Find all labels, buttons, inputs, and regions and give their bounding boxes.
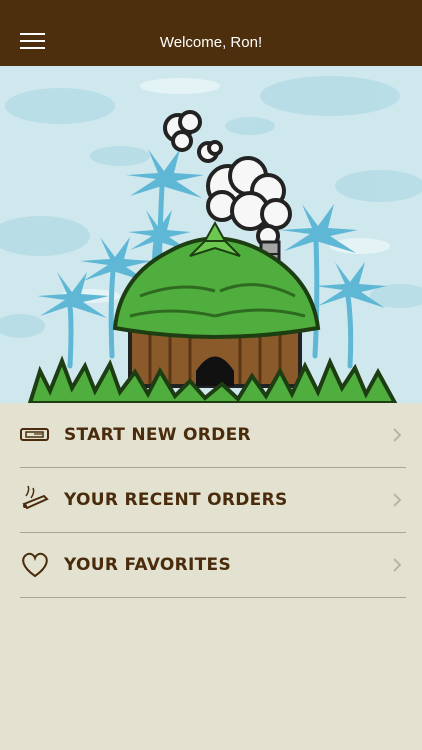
joint-icon — [22, 485, 49, 510]
recent-orders-row[interactable]: YOUR RECENT ORDERS — [20, 468, 406, 533]
start-new-order-row[interactable]: START NEW ORDER — [20, 403, 406, 468]
menu-item-label: START NEW ORDER — [64, 425, 251, 445]
hero-illustration — [0, 66, 422, 403]
chevron-right-icon — [393, 428, 402, 442]
chevron-right-icon — [393, 558, 402, 572]
menu-item-label: YOUR FAVORITES — [64, 555, 232, 575]
favorites-row[interactable]: YOUR FAVORITES — [20, 533, 406, 598]
top-bar: Welcome, Ron! — [0, 0, 422, 66]
menu-item-label: YOUR RECENT ORDERS — [64, 490, 288, 510]
main-menu: START NEW ORDER YOUR RECENT ORDERS YOUR … — [20, 403, 406, 598]
page-title: Welcome, Ron! — [159, 34, 263, 51]
rolling-tray-icon — [20, 428, 49, 441]
hut-illustration — [0, 66, 422, 403]
heart-icon — [22, 552, 48, 578]
chevron-right-icon — [393, 493, 402, 507]
